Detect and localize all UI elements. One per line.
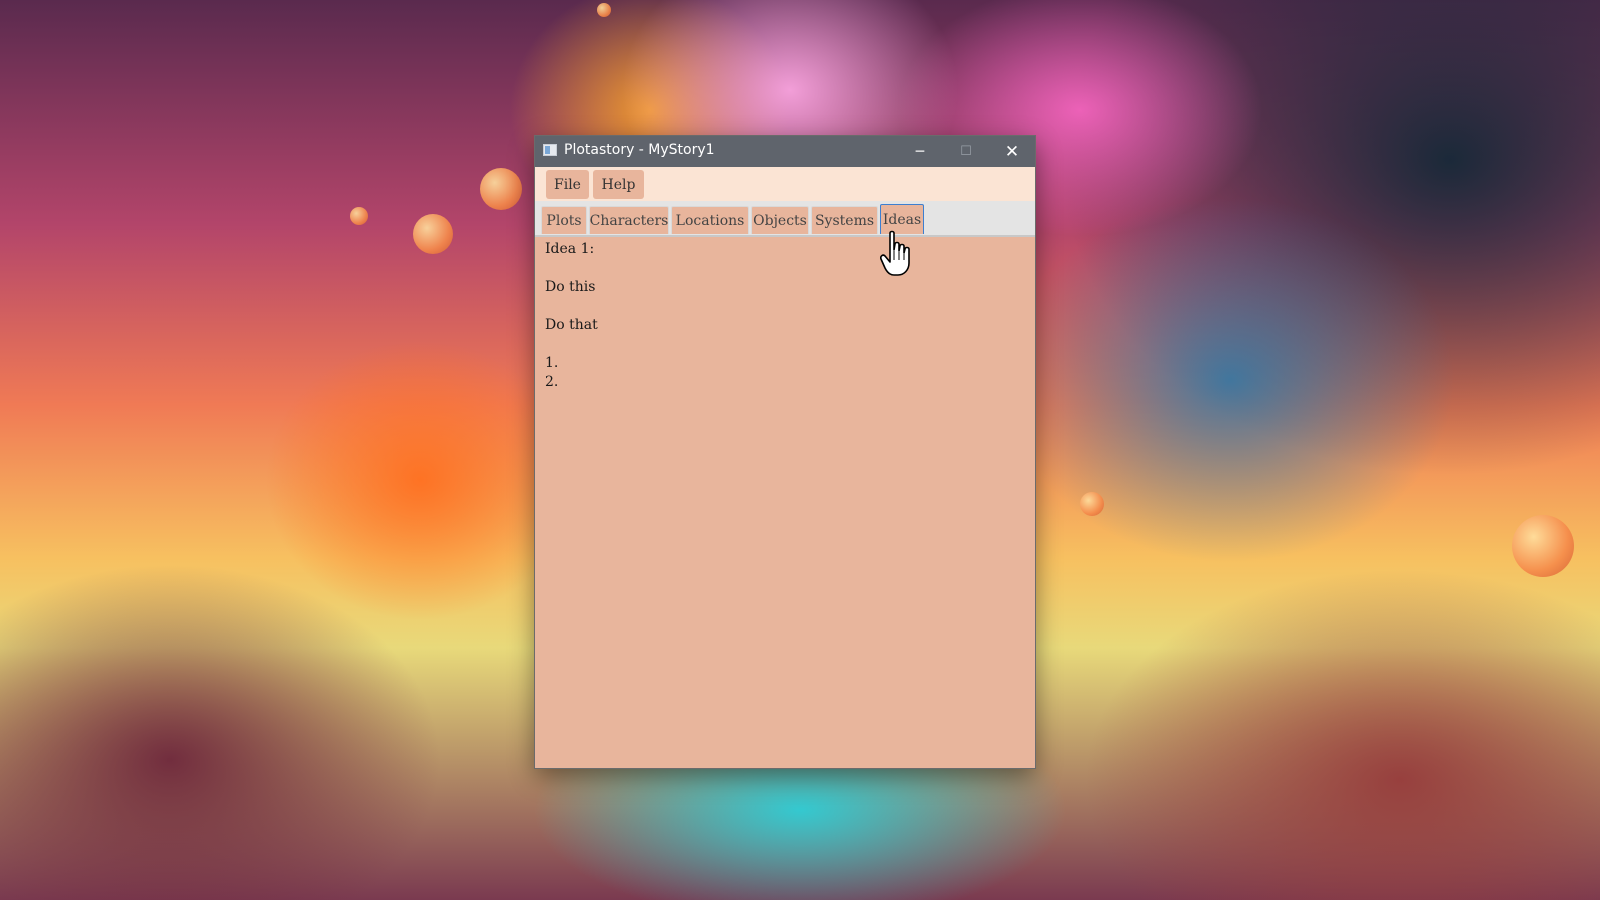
app-window-icon: [543, 144, 557, 156]
tab-systems[interactable]: Systems: [811, 206, 878, 234]
minimize-button[interactable]: ─: [897, 136, 943, 167]
hand-pointer-icon: [880, 230, 910, 276]
menu-file[interactable]: File: [546, 170, 589, 199]
decorative-bubble: [350, 207, 368, 225]
decorative-bubble: [597, 3, 611, 17]
ideas-text-editor[interactable]: Idea 1: Do this Do that 1. 2.: [535, 237, 1035, 768]
tab-bar: Plots Characters Locations Objects Syste…: [535, 201, 1035, 237]
tab-objects[interactable]: Objects: [751, 206, 809, 234]
tab-characters[interactable]: Characters: [589, 206, 669, 234]
editor-line: Idea 1:: [545, 241, 595, 257]
decorative-bubble: [1512, 515, 1574, 577]
editor-line: Do this: [545, 279, 596, 295]
editor-line: 1.: [545, 355, 559, 371]
editor-line: Do that: [545, 317, 598, 333]
decorative-bubble: [1080, 492, 1104, 516]
tab-locations[interactable]: Locations: [671, 206, 749, 234]
menu-bar: File Help: [535, 167, 1035, 201]
menu-help[interactable]: Help: [593, 170, 644, 199]
tab-plots[interactable]: Plots: [541, 206, 587, 234]
window-title: Plotastory - MyStory1: [564, 142, 715, 158]
app-window: Plotastory - MyStory1 ─ ☐ ✕ File Help Pl…: [535, 136, 1035, 768]
maximize-button[interactable]: ☐: [943, 136, 989, 167]
close-button[interactable]: ✕: [989, 136, 1035, 167]
editor-line: 2.: [545, 374, 559, 390]
decorative-bubble: [480, 168, 522, 210]
title-bar[interactable]: Plotastory - MyStory1 ─ ☐ ✕: [535, 136, 1035, 167]
decorative-bubble: [413, 214, 453, 254]
